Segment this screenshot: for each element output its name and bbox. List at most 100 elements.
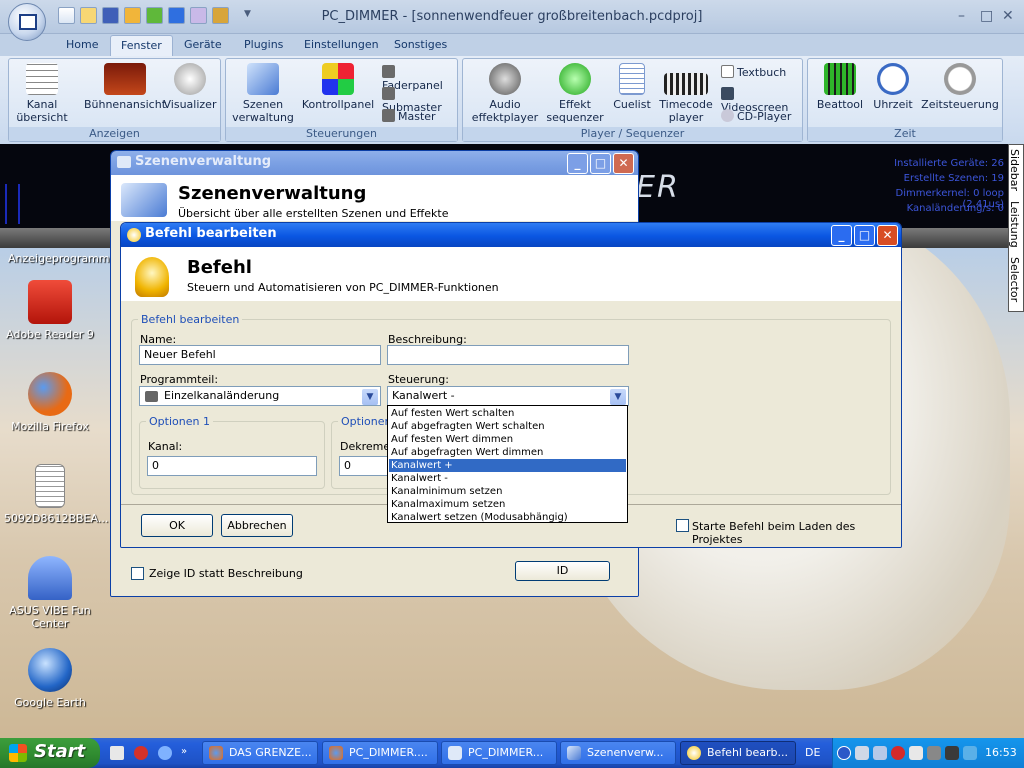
sidebar-tab-leistung[interactable]: Leistung — [1008, 201, 1021, 248]
cuelist-button[interactable]: Cuelist — [609, 63, 655, 111]
group-label-anzeigen: Anzeigen — [9, 127, 220, 141]
minimize-icon[interactable]: – — [958, 8, 965, 24]
minimize-button[interactable]: _ — [567, 153, 588, 174]
tray-display-icon[interactable] — [945, 746, 959, 760]
beattool-button[interactable]: Beattool — [812, 63, 868, 111]
textbook-icon — [721, 65, 734, 78]
desktop-icon-adobe[interactable]: Adobe Reader 9 — [4, 280, 96, 341]
befehl-subtitle: Steuern und Automatisieren von PC_DIMMER… — [187, 281, 499, 294]
tray-device-icon[interactable] — [873, 746, 887, 760]
zeitsteuerung-button[interactable]: Zeitsteuerung — [920, 63, 1000, 111]
dropdown-option[interactable]: Auf abgefragten Wert schalten — [389, 420, 626, 433]
restore-icon[interactable]: □ — [980, 8, 993, 24]
task-szenenverwaltung[interactable]: Szenenverw... — [560, 741, 676, 765]
book-icon — [121, 183, 167, 217]
start-on-load-checkbox[interactable] — [676, 519, 689, 532]
asus-vibe-icon — [28, 556, 72, 600]
ok-button[interactable]: OK — [141, 514, 213, 537]
beschreibung-field[interactable] — [387, 345, 629, 365]
dropdown-option[interactable]: Auf festen Wert schalten — [389, 407, 626, 420]
close-button[interactable]: ✕ — [877, 225, 898, 246]
group-label-steuerungen: Steuerungen — [226, 127, 457, 141]
dropdown-option[interactable]: Kanalwert setzen (Modusabhängig) — [389, 511, 626, 524]
desktop-icon-asus[interactable]: ASUS VIBE Fun Center — [4, 556, 96, 630]
band-marker — [18, 184, 20, 224]
text-file-icon — [35, 464, 65, 508]
task-befehl-bearbeiten[interactable]: Befehl bearb... — [680, 741, 796, 765]
close-button[interactable]: ✕ — [613, 153, 634, 174]
befehl-titlebar: Befehl bearbeiten _ □ ✕ — [121, 223, 901, 247]
kanal-field[interactable]: 0 — [147, 456, 317, 476]
uhrzeit-button[interactable]: Uhrzeit — [868, 63, 918, 111]
tab-fenster[interactable]: Fenster — [110, 35, 173, 57]
tray-volume-icon[interactable] — [963, 746, 977, 760]
book-icon — [247, 63, 279, 95]
quicklaunch-media-icon[interactable] — [134, 746, 148, 760]
dropdown-option[interactable]: Auf abgefragten Wert dimmen — [389, 446, 626, 459]
dropdown-option[interactable]: Kanalwert - — [389, 472, 626, 485]
chevron-down-icon[interactable]: ▼ — [610, 389, 626, 405]
desktop-icon-textfile[interactable]: 5092D8612BBEA... — [4, 464, 108, 525]
tab-home[interactable]: Home — [66, 38, 98, 51]
minimize-button[interactable]: _ — [831, 225, 852, 246]
szenen-verwaltung-button[interactable]: Szenen verwaltung — [230, 63, 296, 124]
desktop-icon-google-earth[interactable]: Google Earth — [4, 648, 96, 709]
chevron-down-icon[interactable]: ▼ — [362, 389, 378, 405]
steuerung-select[interactable]: Kanalwert - ▼ — [387, 386, 629, 406]
name-field[interactable]: Neuer Befehl — [139, 345, 381, 365]
master-button[interactable]: Master — [382, 109, 436, 123]
quicklaunch-more-icon[interactable]: » — [181, 746, 187, 757]
maximize-button[interactable]: □ — [590, 153, 611, 174]
start-button[interactable]: Start — [0, 738, 100, 768]
grid-icon — [26, 63, 58, 95]
dropdown-option[interactable]: Kanalmaximum setzen — [389, 498, 626, 511]
timecode-player-button[interactable]: Timecode player — [659, 63, 713, 124]
tab-einstellungen[interactable]: Einstellungen — [304, 38, 379, 51]
show-id-checkbox[interactable] — [131, 567, 144, 580]
optionen2-label: Optionen — [341, 415, 392, 428]
buehnenansicht-button[interactable]: Bühnenansicht — [75, 63, 175, 111]
sidebar-tab-selector[interactable]: Selector — [1008, 257, 1021, 302]
status-kanaeanderung: Kanaländerung/s: 0 — [906, 203, 1004, 214]
system-tray: 16:53 — [832, 738, 1024, 768]
tray-antivirus-icon[interactable] — [891, 746, 905, 760]
tab-geraete[interactable]: Geräte — [184, 38, 222, 51]
effekt-sequenzer-button[interactable]: Effekt sequenzer — [537, 63, 613, 124]
band-marker — [5, 184, 7, 224]
dropdown-option[interactable]: Auf festen Wert dimmen — [389, 433, 626, 446]
tray-usb-icon[interactable] — [909, 746, 923, 760]
cd-player-button[interactable]: CD-Player — [721, 109, 791, 123]
task-das-grenze[interactable]: DAS GRENZE... — [202, 741, 318, 765]
quicklaunch-desktop-icon[interactable] — [110, 746, 124, 760]
maximize-button[interactable]: □ — [854, 225, 875, 246]
firefox-icon — [209, 746, 223, 760]
sidebar-tab-sidebar[interactable]: Sidebar — [1008, 149, 1021, 191]
kontrollpanel-button[interactable]: Kontrollpanel — [300, 63, 376, 111]
dropdown-option[interactable]: Kanalminimum setzen — [389, 485, 626, 498]
submaster-icon — [382, 87, 395, 100]
task-pc-dimmer-1[interactable]: PC_DIMMER.... — [322, 741, 438, 765]
task-pc-dimmer-2[interactable]: PC_DIMMER... — [441, 741, 557, 765]
cuelist-icon — [619, 63, 645, 95]
id-button[interactable]: ID — [515, 561, 610, 581]
tab-sonstiges[interactable]: Sonstiges — [394, 38, 447, 51]
desktop-icon-firefox[interactable]: Mozilla Firefox — [4, 372, 96, 433]
textbuch-button[interactable]: Textbuch — [721, 65, 786, 79]
stopwatch-icon — [944, 63, 976, 95]
tray-monitor-icon[interactable] — [927, 746, 941, 760]
audio-effektplayer-button[interactable]: Audio effektplayer — [465, 63, 545, 124]
dropdown-option-selected[interactable]: Kanalwert + — [389, 459, 626, 472]
programmteil-select[interactable]: Einzelkanaländerung ▼ — [139, 386, 381, 406]
language-indicator[interactable]: DE — [805, 746, 820, 759]
szenen-titlebar: Szenenverwaltung _ □ ✕ — [111, 151, 638, 175]
app-menu-orb[interactable] — [8, 3, 46, 41]
tab-plugins[interactable]: Plugins — [244, 38, 283, 51]
quicklaunch-ie-icon[interactable] — [158, 746, 172, 760]
abbrechen-button[interactable]: Abbrechen — [221, 514, 293, 537]
app-title: PC_DIMMER - [sonnenwendfeuer großbreiten… — [321, 9, 703, 24]
kanal-uebersicht-button[interactable]: Kanal übersicht — [13, 63, 71, 124]
tray-network-icon[interactable] — [855, 746, 869, 760]
visualizer-button[interactable]: Visualizer — [161, 63, 219, 111]
close-icon[interactable]: ✕ — [1002, 8, 1014, 24]
tray-expand-icon[interactable] — [837, 746, 851, 760]
